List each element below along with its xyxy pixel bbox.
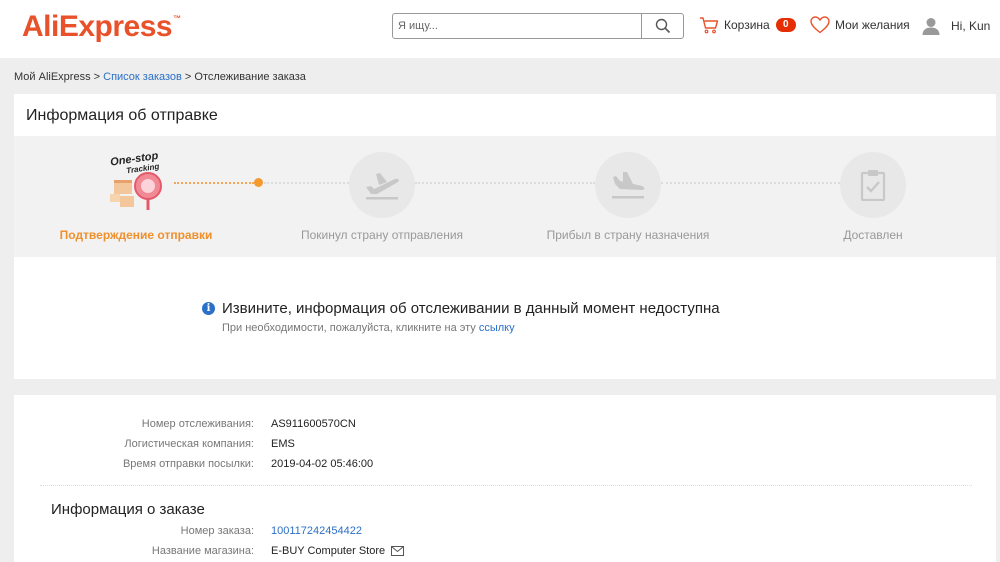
progress-connector: [661, 182, 840, 184]
logo-text: AliExpress: [22, 10, 173, 43]
logistics-company-value: EMS: [271, 438, 295, 450]
step-label: Прибыл в страну назначения: [546, 228, 710, 242]
search-icon: [655, 18, 670, 34]
mail-icon[interactable]: [391, 546, 405, 556]
progress-connector: [415, 182, 595, 184]
notice-subtitle: При необходимости, пожалуйста, кликните …: [222, 322, 515, 334]
ship-time-label: Время отправки посылки:: [122, 458, 254, 470]
step-label: Доставлен: [843, 228, 903, 242]
step-icon-circle: [840, 152, 906, 218]
progress-connector: [264, 182, 349, 184]
plane-landing-icon: [612, 172, 645, 199]
shipping-info-title: Информация об отправке: [26, 107, 218, 124]
tracking-progress: One-stop Tracking Подтверждение отправки…: [14, 136, 996, 257]
order-number-link[interactable]: 100117242454422: [271, 525, 362, 537]
cart-link[interactable]: Корзина 0: [699, 16, 796, 34]
details-panel: Номер отслеживания: AS911600570CN Логист…: [14, 395, 996, 562]
cart-count-badge: 0: [775, 18, 796, 32]
shipping-info-panel: Информация об отправке One-stop Tracking…: [14, 94, 996, 379]
breadcrumb-home[interactable]: Мой AliExpress: [14, 71, 91, 83]
heart-icon: [810, 16, 830, 34]
aliexpress-logo[interactable]: AliExpress™: [22, 10, 181, 44]
progress-current-dot: [254, 178, 263, 187]
order-number-label: Номер заказа:: [180, 525, 254, 537]
breadcrumb-orders-link[interactable]: Список заказов: [103, 71, 182, 83]
cart-icon: [700, 17, 719, 34]
wishlist-label: Мои желания: [835, 18, 910, 32]
user-menu[interactable]: Hi, Kun: [921, 16, 990, 36]
store-name-text: E-BUY Computer Store: [271, 545, 386, 557]
search-button[interactable]: [642, 14, 683, 38]
step-icon-circle: [349, 152, 415, 218]
store-name-value: E-BUY Computer Store: [271, 545, 405, 557]
one-stop-tracking-icon: One-stop Tracking: [110, 150, 162, 210]
tracking-number-value: AS911600570CN: [271, 418, 356, 430]
step-icon-circle: [595, 152, 661, 218]
cart-label: Корзина: [724, 18, 770, 32]
top-header: AliExpress™ Корзина 0 Мои желания Hi, Ku…: [0, 0, 1000, 58]
search-input[interactable]: [393, 14, 641, 38]
step-label: Подтверждение отправки: [59, 228, 213, 242]
plane-takeoff-icon: [366, 173, 399, 200]
order-info-title: Информация о заказе: [51, 501, 205, 518]
logistics-company-label: Логистическая компания:: [124, 438, 254, 450]
tracking-number-label: Номер отслеживания:: [141, 418, 254, 430]
step-label: Покинул страну отправления: [300, 228, 464, 242]
info-icon: i: [202, 302, 215, 315]
store-name-label: Название магазина:: [151, 545, 254, 557]
progress-connector-active: [174, 182, 254, 184]
notice-link[interactable]: ссылку: [479, 322, 515, 334]
section-divider: [40, 485, 972, 486]
search-box: [392, 13, 684, 39]
trademark-mark: ™: [173, 14, 181, 23]
notice-subtitle-text: При необходимости, пожалуйста, кликните …: [222, 322, 479, 334]
ship-time-value: 2019-04-02 05:46:00: [271, 458, 374, 470]
breadcrumb-current: Отслеживание заказа: [194, 71, 306, 83]
wishlist-link[interactable]: Мои желания: [810, 16, 910, 34]
breadcrumb: Мой AliExpress > Список заказов > Отслеж…: [14, 71, 306, 83]
user-avatar-icon: [922, 18, 940, 35]
notice-title: Извините, информация об отслеживании в д…: [222, 300, 720, 317]
breadcrumb-separator: >: [90, 71, 104, 83]
breadcrumb-separator: >: [181, 71, 195, 83]
clipboard-check-icon: [860, 170, 886, 201]
user-greeting: Hi, Kun: [951, 19, 991, 33]
